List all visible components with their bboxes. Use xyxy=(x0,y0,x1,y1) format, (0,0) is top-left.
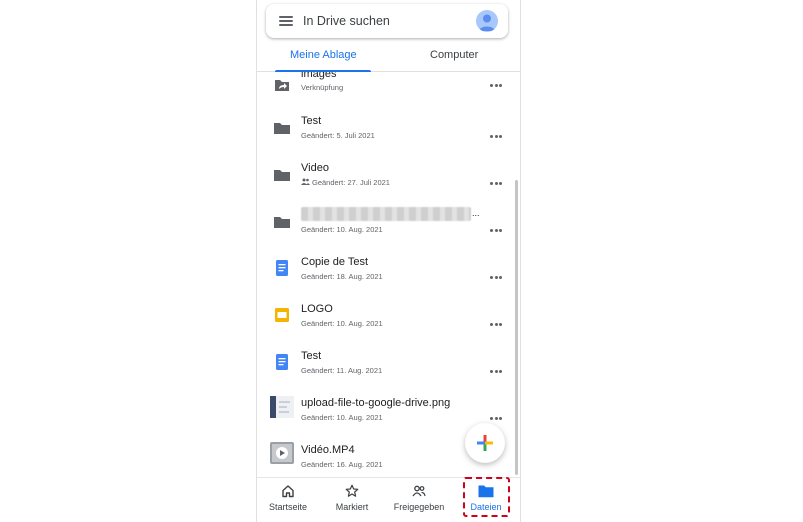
file-name: images xyxy=(301,72,337,80)
file-subtitle: Geändert: 11. Aug. 2021 xyxy=(301,366,383,375)
search-bar[interactable]: In Drive suchen xyxy=(266,4,508,38)
file-name: Copie de Test xyxy=(301,256,369,268)
nav-startseite[interactable]: Startseite xyxy=(257,478,319,522)
list-item[interactable]: Copie de Test Geändert: 18. Aug. 2021 xyxy=(257,246,520,292)
nav-label: Freigegeben xyxy=(393,502,445,512)
slides-icon xyxy=(275,308,289,322)
image-thumbnail-icon xyxy=(270,396,294,418)
more-options-button[interactable] xyxy=(490,266,504,279)
tab-computer[interactable]: Computer xyxy=(430,49,478,61)
new-item-button[interactable] xyxy=(465,423,505,463)
more-options-button[interactable] xyxy=(490,74,504,87)
more-options-button[interactable] xyxy=(490,313,504,326)
docs-icon xyxy=(276,260,288,276)
hamburger-menu-icon[interactable] xyxy=(279,16,293,26)
folder-icon xyxy=(274,123,290,134)
more-options-button[interactable] xyxy=(490,219,504,232)
file-subtitle: Geändert: 10. Aug. 2021 xyxy=(301,413,383,422)
avatar[interactable] xyxy=(476,10,498,32)
file-name: Test xyxy=(301,350,322,362)
shared-icon xyxy=(301,178,310,185)
more-options-button[interactable] xyxy=(490,125,504,138)
home-icon xyxy=(282,485,294,498)
drive-app-screen: In Drive suchen Meine Ablage Computer im… xyxy=(256,0,521,522)
file-subtitle: Verknüpfung xyxy=(301,83,344,92)
more-options-button[interactable] xyxy=(490,360,504,373)
file-subtitle: Geändert: 5. Juli 2021 xyxy=(301,131,375,140)
tab-bar: Meine Ablage Computer xyxy=(257,40,520,72)
file-name: Vidéo.MP4 xyxy=(301,444,355,456)
highlight-box xyxy=(463,477,510,517)
file-name: LOGO xyxy=(301,303,333,315)
list-item[interactable]: Test Geändert: 11. Aug. 2021 xyxy=(257,340,520,386)
file-subtitle: Geändert: 27. Juli 2021 xyxy=(312,178,390,187)
file-subtitle: Geändert: 10. Aug. 2021 xyxy=(301,225,383,234)
file-name-ellipsis: ... xyxy=(472,208,480,218)
list-item[interactable]: LOGO Geändert: 10. Aug. 2021 xyxy=(257,293,520,339)
file-list[interactable]: images Verknüpfung Test Geändert: 5. Jul… xyxy=(257,72,520,477)
folder-icon xyxy=(274,170,290,181)
file-subtitle: Geändert: 10. Aug. 2021 xyxy=(301,319,383,328)
file-subtitle: Geändert: 18. Aug. 2021 xyxy=(301,272,383,281)
plus-icon xyxy=(477,435,493,451)
folder-icon xyxy=(274,217,290,228)
file-name: Test xyxy=(301,115,322,127)
list-item[interactable]: Test Geändert: 5. Juli 2021 xyxy=(257,105,520,151)
nav-label: Markiert xyxy=(335,502,369,512)
nav-label: Startseite xyxy=(268,502,308,512)
shortcut-icon xyxy=(275,80,289,91)
list-item[interactable]: ... Geändert: 10. Aug. 2021 xyxy=(257,199,520,245)
scrollbar[interactable] xyxy=(515,180,518,475)
more-options-button[interactable] xyxy=(490,172,504,185)
video-thumbnail-icon xyxy=(270,442,294,464)
nav-markiert[interactable]: Markiert xyxy=(321,478,383,522)
file-name: upload-file-to-google-drive.png xyxy=(301,397,451,409)
tab-meine-ablage[interactable]: Meine Ablage xyxy=(290,49,357,61)
redacted-file-name xyxy=(301,207,471,221)
list-item[interactable]: Video Geändert: 27. Juli 2021 xyxy=(257,152,520,198)
people-icon xyxy=(412,485,426,497)
file-subtitle: Geändert: 16. Aug. 2021 xyxy=(301,460,383,469)
docs-icon xyxy=(276,354,288,370)
more-options-button[interactable] xyxy=(490,407,504,420)
file-name: Video xyxy=(301,162,329,174)
star-icon xyxy=(345,484,359,497)
search-input[interactable]: In Drive suchen xyxy=(303,14,390,28)
nav-freigegeben[interactable]: Freigegeben xyxy=(388,478,450,522)
